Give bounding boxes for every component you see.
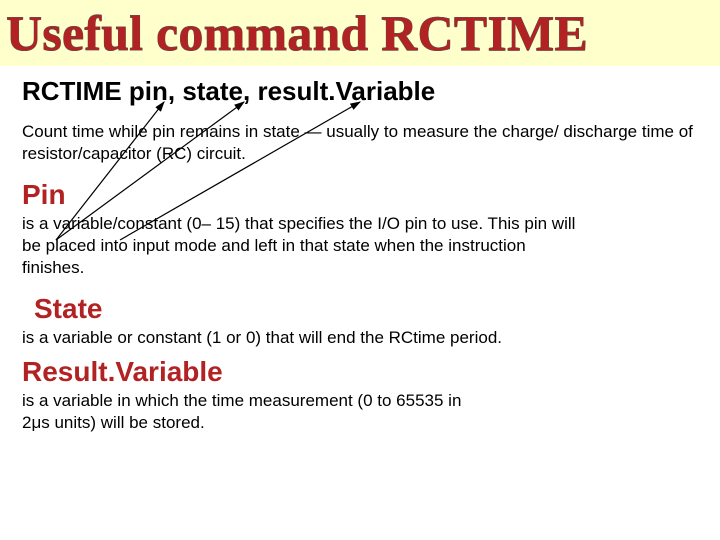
title-band: Useful command RCTIME: [0, 0, 720, 66]
pin-description: is a variable/constant (0– 15) that spec…: [22, 213, 582, 279]
command-syntax: RCTIME pin, state, result.Variable: [22, 76, 700, 107]
pin-heading: Pin: [22, 179, 700, 211]
command-description: Count time while pin remains in state — …: [22, 121, 700, 165]
state-description: is a variable or constant (1 or 0) that …: [22, 327, 562, 349]
state-heading: State: [34, 293, 700, 325]
slide: Useful command RCTIME RCTIME pin, state,…: [0, 0, 720, 540]
result-heading: Result.Variable: [22, 356, 700, 388]
result-description: is a variable in which the time measurem…: [22, 390, 482, 434]
slide-title: Useful command RCTIME: [6, 4, 588, 62]
